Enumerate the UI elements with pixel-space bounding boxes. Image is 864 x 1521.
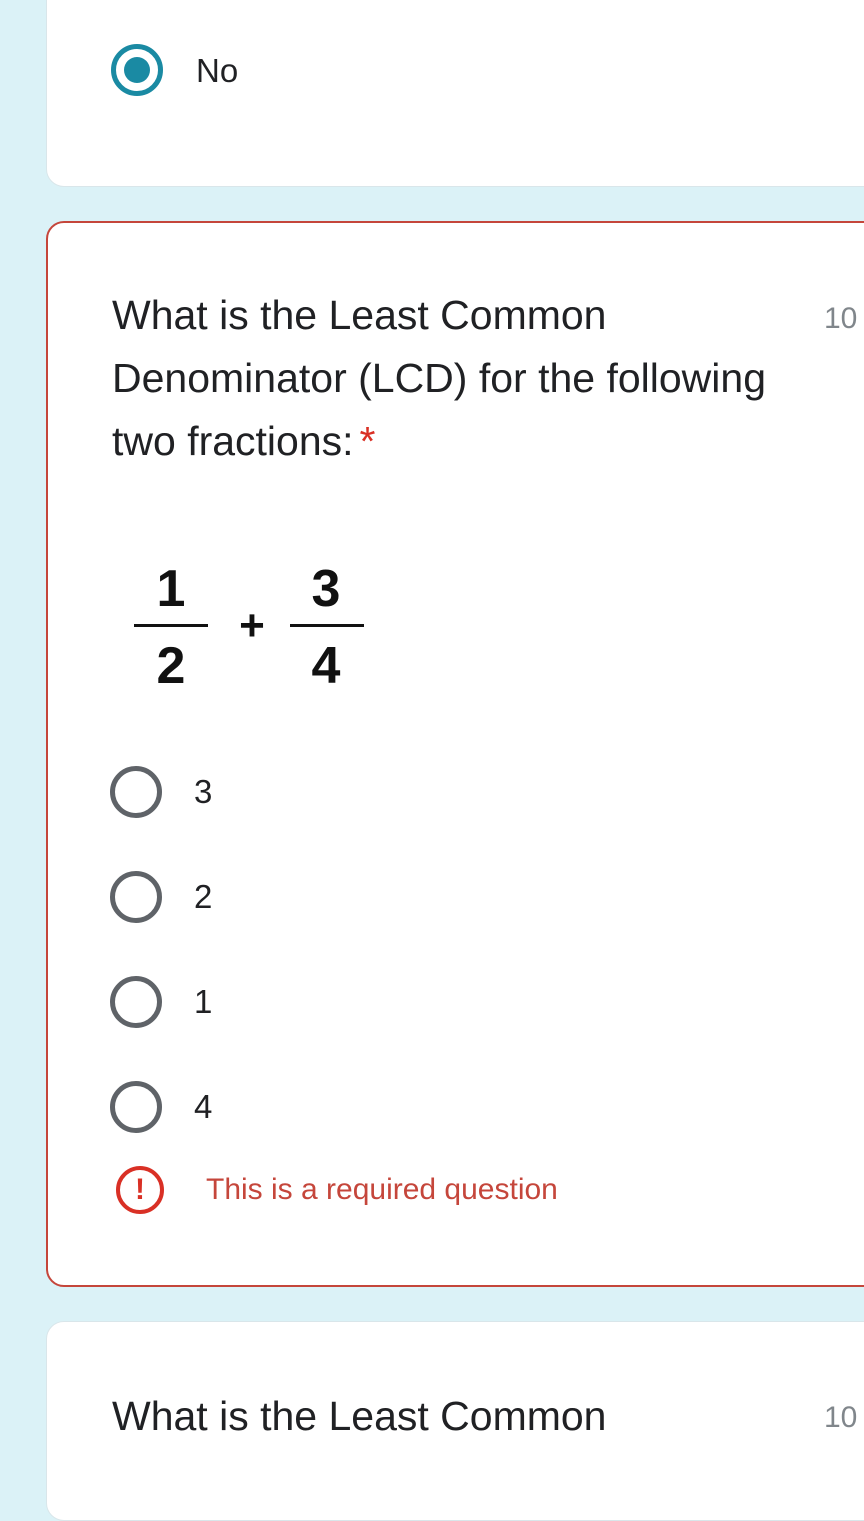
radio-option-2[interactable] (110, 871, 162, 923)
radio-option-3[interactable] (110, 976, 162, 1028)
required-asterisk: * (359, 418, 376, 464)
radio-option-4[interactable] (110, 1081, 162, 1133)
option-label: 2 (194, 878, 213, 915)
error-icon: ! (116, 1166, 164, 1214)
previous-question-card (46, 0, 864, 187)
option-label-no: No (196, 52, 239, 89)
question-title: What is the Least Common Denominator (LC… (112, 284, 822, 473)
fraction1-bar (134, 624, 208, 627)
question-points: 10 (824, 302, 858, 335)
fraction1-numerator: 1 (157, 560, 186, 618)
fraction2-bar (290, 624, 364, 627)
next-question-points: 10 (824, 1401, 858, 1434)
fraction2-numerator: 3 (312, 560, 341, 618)
fraction1-denominator: 2 (157, 637, 186, 695)
fraction2-denominator: 4 (312, 637, 341, 695)
fraction-expression-image: 1 2 + 3 4 (134, 560, 364, 695)
radio-option-1[interactable] (110, 766, 162, 818)
option-label: 3 (194, 773, 213, 810)
question-title-text: What is the Least Common Denominator (LC… (112, 292, 766, 464)
radio-option-no[interactable] (111, 44, 163, 96)
next-question-title: What is the Least Common (112, 1393, 607, 1439)
option-label: 1 (194, 983, 213, 1020)
required-error-message: This is a required question (206, 1173, 558, 1206)
option-label: 4 (194, 1088, 213, 1125)
operator-plus: + (239, 601, 265, 650)
